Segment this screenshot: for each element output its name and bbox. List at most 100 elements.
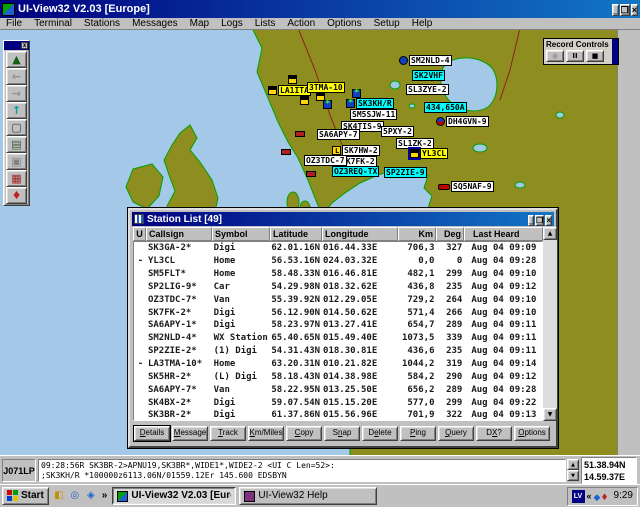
- table-row[interactable]: -YL3CLHome56.53.16N024.03.32E0,00Aug 04 …: [134, 255, 542, 268]
- menu-logs[interactable]: Logs: [215, 18, 249, 29]
- menu-lists[interactable]: Lists: [249, 18, 282, 29]
- map-station-SM2NLD-4[interactable]: SM2NLD-4: [399, 55, 452, 66]
- snap-button[interactable]: Snap: [324, 426, 360, 441]
- scroll-up-icon[interactable]: ▲: [543, 227, 557, 240]
- table-row[interactable]: OZ3TDC-7*Van55.39.92N012.29.05E729,2264A…: [134, 293, 542, 306]
- track-button[interactable]: Track: [210, 426, 246, 441]
- record-button[interactable]: ●: [546, 50, 564, 62]
- map-station-YL3CL[interactable]: YL3CL: [410, 148, 448, 159]
- table-row[interactable]: SP2ZIE-2*(1) Digi54.31.43N018.30.81E436,…: [134, 345, 542, 358]
- map-toolbar-titlebar[interactable]: x: [4, 41, 29, 50]
- quicklaunch-more-icon[interactable]: »: [100, 489, 110, 503]
- map-station-SK3KH/R[interactable]: SK3KH/R: [346, 98, 394, 109]
- table-row[interactable]: SK3BR-2*Digi61.37.86N015.56.96E701,9322A…: [134, 409, 542, 421]
- spinner-up-icon[interactable]: ▲: [567, 459, 579, 470]
- menu-action[interactable]: Action: [281, 18, 321, 29]
- details-button[interactable]: Details: [134, 426, 170, 441]
- table-row[interactable]: SP2LIG-9*Car54.29.98N018.32.62E436,8235A…: [134, 281, 542, 294]
- grid-button[interactable]: ▣: [6, 153, 27, 170]
- station-list-titlebar[interactable]: Station List [49] _❐×: [132, 212, 554, 226]
- copy-button[interactable]: Copy: [286, 426, 322, 441]
- map-station-SQ5NAF-9[interactable]: SQ5NAF-9: [438, 181, 494, 192]
- quicklaunch-icon-3[interactable]: ◈: [84, 489, 98, 503]
- map-station-DH4GVN-9[interactable]: DH4GVN-9: [436, 116, 489, 127]
- map-station-SP2ZIE-9[interactable]: SP2ZIE-9: [384, 167, 427, 178]
- menu-stations[interactable]: Stations: [78, 18, 126, 29]
- column-header-km[interactable]: Km: [398, 227, 436, 241]
- tray-icon-2[interactable]: ♦: [600, 493, 608, 503]
- record-controls-gripbar[interactable]: [612, 39, 618, 64]
- table-row[interactable]: -LA3TMA-10*Home63.20.31N010.21.82E1044,2…: [134, 358, 542, 371]
- printer-button[interactable]: ▤: [6, 136, 27, 153]
- tray-chevron-icon[interactable]: «: [587, 490, 592, 503]
- message-button[interactable]: Message: [172, 426, 208, 441]
- ping-button[interactable]: Ping: [400, 426, 436, 441]
- table-row[interactable]: SA6APY-7*Van58.22.95N013.25.50E656,2289A…: [134, 383, 542, 396]
- table-row[interactable]: SM2NLD-4*WX Station65.40.65N015.49.40E10…: [134, 332, 542, 345]
- maximize-button[interactable]: ❐: [535, 215, 544, 226]
- column-header-symbol[interactable]: Symbol: [212, 227, 270, 241]
- pause-button[interactable]: II: [566, 50, 584, 62]
- column-header-u[interactable]: U: [133, 227, 146, 241]
- up-arrow-button[interactable]: ↑: [6, 102, 27, 119]
- minimize-button[interactable]: _: [612, 4, 619, 16]
- map-station-SA6APY-7[interactable]: SA6APY-7: [317, 129, 360, 140]
- menu-terminal[interactable]: Terminal: [28, 18, 78, 29]
- maximize-button[interactable]: ❐: [620, 4, 630, 16]
- table-row[interactable]: SK4BX-2*Digi59.07.54N015.15.20E577,0299A…: [134, 396, 542, 409]
- delete-button[interactable]: Delete: [362, 426, 398, 441]
- menu-messages[interactable]: Messages: [126, 18, 184, 29]
- close-button[interactable]: ×: [545, 215, 552, 226]
- map-station-OZ3TDC-7[interactable]: OZ3TDC-7: [304, 155, 347, 166]
- start-button[interactable]: Start: [2, 487, 49, 505]
- minimize-button[interactable]: _: [528, 215, 534, 226]
- stop-button[interactable]: ■: [586, 50, 604, 62]
- column-header-callsign[interactable]: Callsign: [146, 227, 212, 241]
- forward-arrow-button[interactable]: →: [6, 85, 27, 102]
- menu-setup[interactable]: Setup: [368, 18, 406, 29]
- quicklaunch-icon-2[interactable]: ◎: [68, 489, 82, 503]
- menu-file[interactable]: File: [0, 18, 28, 29]
- column-header-last-heard[interactable]: Last Heard: [464, 227, 543, 241]
- task-button-1[interactable]: UI-View32 V2.03 [Europe]: [112, 487, 236, 505]
- table-row[interactable]: SK3GA-2*Digi62.01.16N016.44.33E706,3327A…: [134, 242, 542, 255]
- save-button[interactable]: ▦: [6, 170, 27, 187]
- map-station-SK2VHF[interactable]: SK2VHF: [412, 70, 445, 81]
- scroll-down-icon[interactable]: ▼: [543, 408, 557, 421]
- map-station-OZ3REQ-TX[interactable]: OZ3REQ-TX: [332, 166, 379, 177]
- column-header-longitude[interactable]: Longitude: [322, 227, 398, 241]
- map-station-5PXY-2[interactable]: 5PXY-2: [381, 126, 414, 137]
- task-button-2[interactable]: UI-View32 Help: [239, 487, 377, 505]
- close-icon[interactable]: x: [21, 42, 28, 49]
- dx--button[interactable]: DX?: [476, 426, 512, 441]
- close-button[interactable]: ×: [631, 4, 638, 16]
- map-button[interactable]: ▲: [6, 51, 27, 68]
- table-row[interactable]: SM5FLT*Home58.48.33N016.46.81E482,1299Au…: [134, 268, 542, 281]
- km-miles-button[interactable]: Km/Miles: [248, 426, 284, 441]
- table-row[interactable]: SK7FK-2*Digi56.12.90N014.50.62E571,4266A…: [134, 306, 542, 319]
- menu-map[interactable]: Map: [184, 18, 215, 29]
- back-arrow-button[interactable]: ←: [6, 68, 27, 85]
- station-list-scrollbar[interactable]: ▲ ▼: [543, 227, 557, 421]
- beacon-button[interactable]: ♦: [6, 187, 27, 204]
- map-station-SL3ZYE-2[interactable]: SL3ZYE-2: [406, 84, 449, 95]
- cell: 436,8: [398, 281, 436, 293]
- cursor-longitude: 14.59.37E: [584, 471, 634, 483]
- table-row[interactable]: SA6APY-1*Digi58.23.97N013.27.41E654,7289…: [134, 319, 542, 332]
- blank-page-button[interactable]: ▢: [6, 119, 27, 136]
- query-button[interactable]: Query: [438, 426, 474, 441]
- options-button[interactable]: Options: [514, 426, 550, 441]
- menu-help[interactable]: Help: [406, 18, 439, 29]
- table-row[interactable]: SK5HR-2*(L) Digi58.18.43N014.38.98E584,2…: [134, 370, 542, 383]
- column-header-deg[interactable]: Deg: [436, 227, 464, 241]
- spinner-down-icon[interactable]: ▼: [567, 470, 579, 481]
- map-station-SM5SJW-11[interactable]: SM5SJW-11: [350, 109, 397, 120]
- quicklaunch-icon-1[interactable]: ◧: [52, 489, 66, 503]
- map-station-3TMA-10[interactable]: 3TMA-10: [307, 82, 345, 93]
- map-station-LA1ITA[interactable]: LA1ITA: [268, 85, 311, 96]
- monitor-window[interactable]: 09:28:56R SK3BR-2>APNU19,SK3BR*,WIDE1*,W…: [38, 459, 566, 482]
- map-station-434,650A[interactable]: 434,650A: [424, 102, 467, 113]
- column-header-latitude[interactable]: Latitude: [270, 227, 322, 241]
- menu-options[interactable]: Options: [321, 18, 367, 29]
- lv-tray-icon[interactable]: LV: [572, 490, 585, 503]
